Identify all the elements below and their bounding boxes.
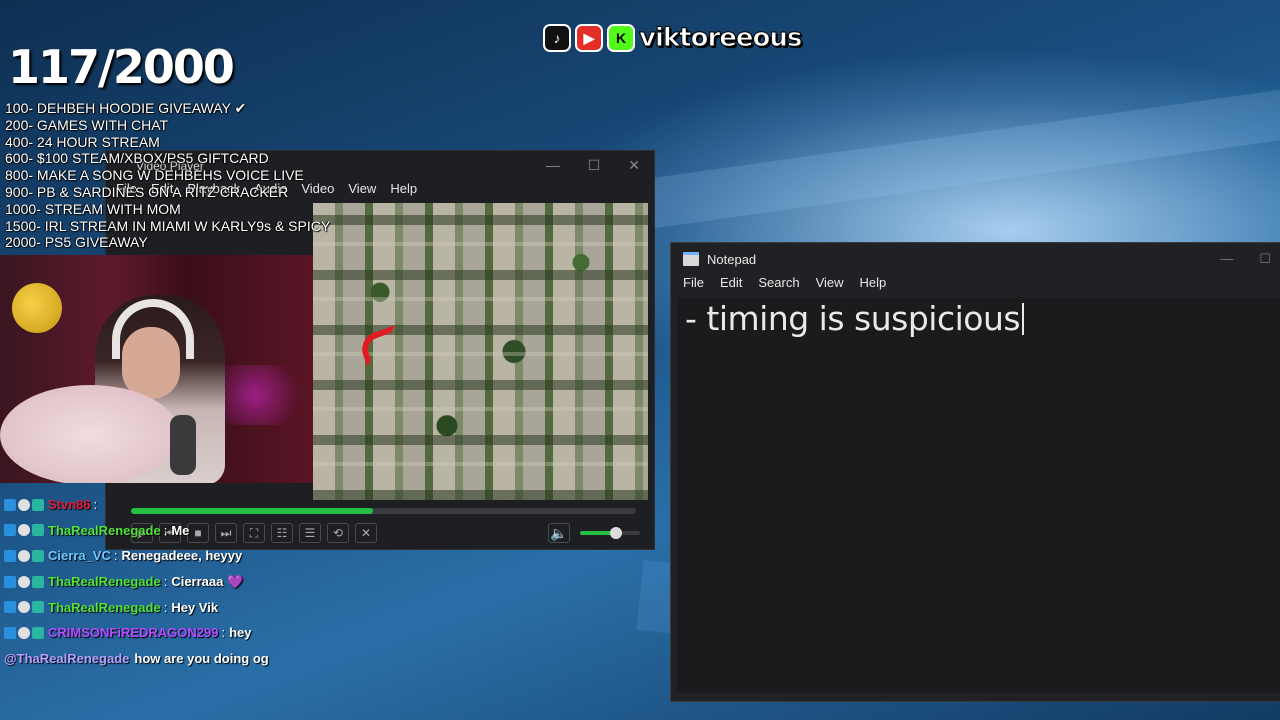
goal-item: 200- GAMES WITH CHAT: [5, 116, 169, 133]
volume-control: 🔈: [548, 523, 640, 543]
goal-item: 900- PB & SARDINES ON A RITZ CRACKER: [5, 183, 289, 200]
chat-username: CRIMSONFiREDRAGON299: [48, 625, 219, 641]
blanket: [0, 385, 180, 483]
menu-search[interactable]: Search: [758, 275, 799, 297]
chat-text: Me: [171, 522, 190, 538]
menu-file[interactable]: File: [683, 275, 704, 297]
chat-username: ThaRealRenegade: [48, 522, 161, 538]
streamer-face: [122, 327, 180, 399]
goal-list: 100- DEHBEH HOODIE GIVEAWAY ✔ 200- GAMES…: [5, 100, 330, 251]
shuffle-icon[interactable]: ✕: [355, 523, 377, 543]
brand-name: viktoreeous: [638, 23, 802, 54]
badge-icon: [18, 601, 30, 614]
playlist-icon[interactable]: ☰: [299, 523, 321, 543]
goal-item: 1500- IRL STREAM IN MIAMI W KARLY9s & SP…: [5, 217, 331, 234]
menu-help[interactable]: Help: [860, 275, 887, 297]
menu-edit[interactable]: Edit: [720, 275, 742, 297]
chat-message: Cierra_VC: Renegadeee, heyyy: [4, 543, 269, 569]
video-frame-aerial-map[interactable]: [313, 203, 648, 500]
badge-icon: [32, 498, 44, 511]
chat-message: CRIMSONFiREDRAGON299: hey: [4, 620, 269, 646]
menu-view[interactable]: View: [816, 275, 844, 297]
text-caret: [1022, 303, 1025, 335]
user-badges: [4, 601, 44, 614]
menu-view[interactable]: View: [348, 181, 376, 201]
badge-icon: [18, 575, 30, 588]
window-controls: — ☐: [1220, 251, 1271, 267]
streamer-brand: ♪ ▶ K viktoreeous: [543, 22, 803, 54]
chat-text: Hey Vik: [171, 599, 219, 615]
badge-icon: [4, 575, 16, 588]
window-title: Notepad: [707, 251, 757, 267]
speaker-icon[interactable]: 🔈: [548, 523, 570, 543]
goal-item: 800- MAKE A SONG W DEHBEHS VOICE LIVE: [5, 167, 304, 184]
badge-icon: [18, 549, 30, 562]
goal-item: 100- DEHBEH HOODIE GIVEAWAY ✔: [5, 100, 247, 116]
chat-message: ThaRealRenegade: Me: [4, 518, 269, 544]
user-badges: [4, 549, 44, 562]
chat-message: Stvn86:: [4, 492, 269, 518]
chat-username: Cierra_VC: [48, 548, 111, 564]
notepad-window: Notepad — ☐ File Edit Search View Help -…: [670, 242, 1280, 702]
chat-reply-line: @ThaRealRenegade how are you doing og: [4, 646, 269, 672]
chat-text: hey: [229, 625, 252, 641]
goal-counter: 117/2000: [8, 40, 235, 94]
chat-overlay: Stvn86: ThaRealRenegade: Me Cierra_VC: R…: [4, 492, 269, 671]
chat-mention: @ThaRealRenegade: [4, 650, 130, 666]
minimize-icon[interactable]: —: [546, 157, 560, 174]
notepad-menubar: File Edit Search View Help: [671, 275, 1280, 297]
chat-username: ThaRealRenegade: [48, 599, 161, 615]
badge-icon: [32, 626, 44, 639]
notepad-icon: [683, 252, 699, 266]
badge-icon: [32, 601, 44, 614]
menu-help[interactable]: Help: [390, 181, 417, 201]
badge-icon: [4, 524, 16, 537]
goal-item: 600- $100 STEAM/XBOX/PS5 GIFTCARD: [5, 150, 269, 167]
wallpaper-beam: [636, 82, 1280, 230]
notepad-titlebar[interactable]: Notepad: [671, 243, 1280, 275]
notepad-text-area[interactable]: - timing is suspicious: [677, 297, 1280, 693]
youtube-icon: ▶: [575, 24, 603, 52]
maximize-icon[interactable]: ☐: [588, 157, 601, 174]
chat-username: ThaRealRenegade: [48, 574, 161, 590]
microphone: [170, 415, 196, 475]
window-controls: — ☐ ✕: [546, 157, 640, 174]
user-badges: [4, 498, 44, 511]
chat-message: ThaRealRenegade: Hey Vik: [4, 594, 269, 620]
user-badges: [4, 524, 44, 537]
equalizer-icon[interactable]: ☷: [271, 523, 293, 543]
chat-message: ThaRealRenegade: Cierraaa 💜: [4, 569, 269, 595]
badge-icon: [32, 549, 44, 562]
chat-text: how are you doing og: [134, 650, 269, 666]
chat-username: Stvn86: [48, 497, 91, 513]
chat-text: Renegadeee, heyyy: [121, 548, 243, 564]
badge-icon: [18, 626, 30, 639]
chat-text: Cierraaa 💜: [171, 573, 244, 589]
loop-icon[interactable]: ⟲: [327, 523, 349, 543]
close-icon[interactable]: ✕: [628, 157, 640, 174]
badge-icon: [4, 626, 16, 639]
badge-icon: [4, 601, 16, 614]
kick-icon: K: [607, 24, 635, 52]
volume-knob[interactable]: [610, 527, 622, 539]
badge-icon: [18, 498, 30, 511]
goal-item: 2000- PS5 GIVEAWAY: [5, 234, 148, 251]
maximize-icon[interactable]: ☐: [1259, 251, 1271, 267]
minimize-icon[interactable]: —: [1220, 251, 1233, 267]
badge-icon: [32, 575, 44, 588]
user-badges: [4, 575, 44, 588]
plush-toy: [12, 283, 62, 333]
goal-item: 1000- STREAM WITH MOM: [5, 200, 181, 217]
badge-icon: [4, 498, 16, 511]
user-badges: [4, 626, 44, 639]
webcam-feed: [0, 255, 313, 483]
goal-item: 400- 24 HOUR STREAM: [5, 133, 160, 150]
badge-icon: [18, 524, 30, 537]
notepad-content: - timing is suspicious: [685, 299, 1021, 338]
badge-icon: [4, 549, 16, 562]
tiktok-icon: ♪: [543, 24, 571, 52]
badge-icon: [32, 524, 44, 537]
volume-slider[interactable]: [580, 527, 640, 539]
